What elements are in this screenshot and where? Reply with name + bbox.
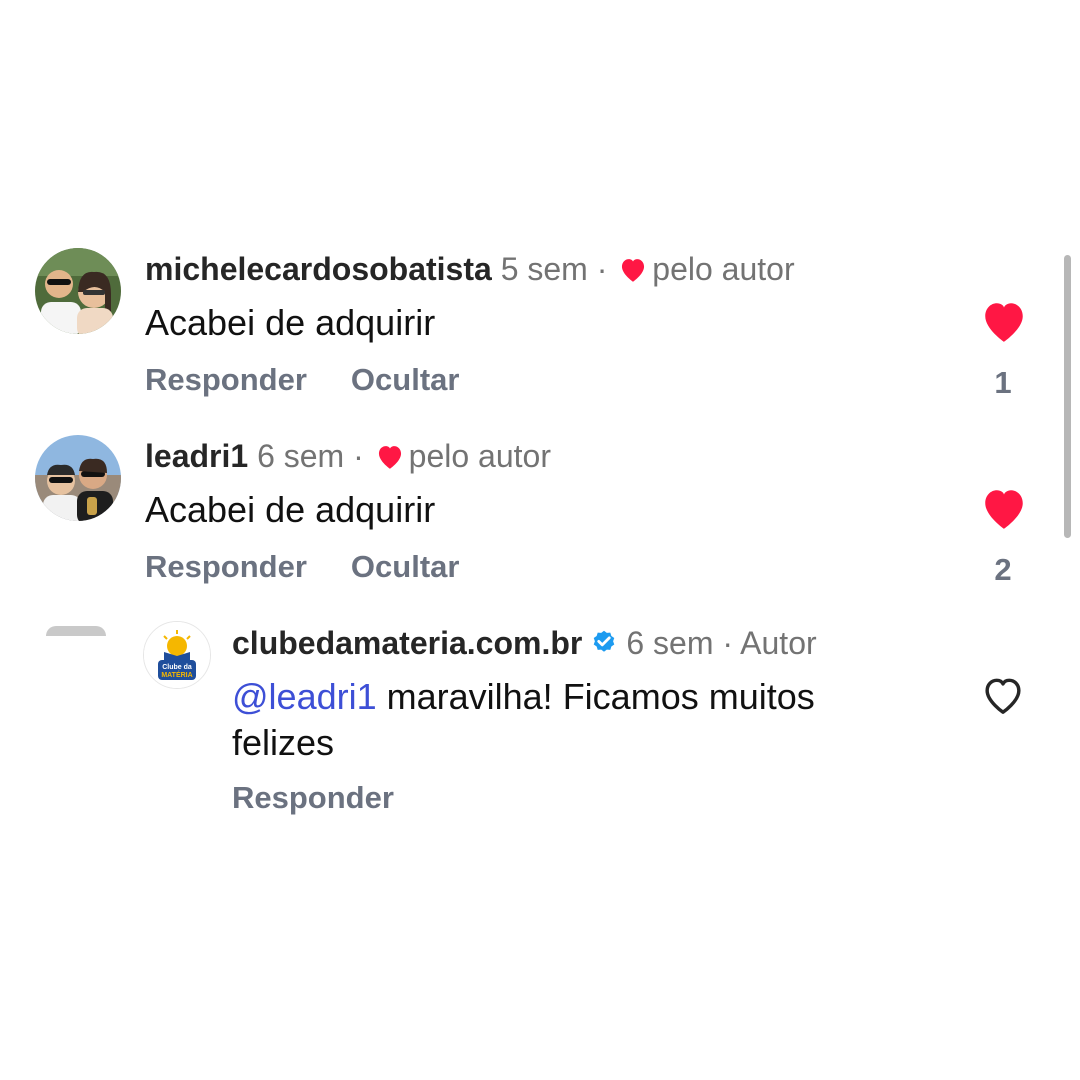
like-button[interactable]: [980, 674, 1030, 720]
hide-button[interactable]: Ocultar: [351, 362, 460, 397]
avatar-logo-text: Clube da: [162, 664, 192, 671]
comment-item: leadri1 6 sem · pelo autor Acabei de adq…: [0, 432, 1080, 612]
comment-item: michelecardosobatista 5 sem · pelo autor…: [0, 245, 1080, 425]
username[interactable]: leadri1: [145, 438, 248, 474]
comment-text: Acabei de adquirir: [145, 302, 436, 343]
next-comment-partial: [0, 626, 1080, 650]
reply-button[interactable]: Responder: [145, 362, 307, 397]
comment-actions: Responder Ocultar: [145, 360, 459, 400]
liked-by-author-label: pelo autor: [408, 438, 551, 474]
like-count: 1: [994, 365, 1012, 400]
like-button[interactable]: [979, 485, 1029, 531]
comment-text: Acabei de adquirir: [145, 489, 436, 530]
avatar[interactable]: [35, 248, 121, 334]
separator: ·: [596, 251, 608, 287]
avatar: [46, 626, 106, 636]
like-button[interactable]: [979, 298, 1029, 344]
comment-time: 6 sem: [257, 438, 345, 474]
reply-text-line2: felizes: [232, 722, 335, 763]
heart-icon: [618, 252, 648, 292]
comment-meta: leadri1 6 sem · pelo autor: [145, 436, 551, 479]
mention-link[interactable]: @leadri1: [232, 676, 377, 717]
avatar-logo-text: MATÉRIA: [161, 670, 192, 679]
heart-icon: [979, 490, 1029, 535]
hide-button[interactable]: Ocultar: [351, 549, 460, 584]
separator: ·: [353, 438, 364, 474]
comment-time: 5 sem: [500, 251, 588, 287]
liked-by-author-label: pelo autor: [652, 251, 795, 287]
reply-button[interactable]: Responder: [145, 549, 307, 584]
like-count: 2: [994, 552, 1012, 587]
username[interactable]: michelecardosobatista: [145, 251, 492, 287]
heart-outline-icon: [980, 678, 1026, 720]
comment-actions: Responder Ocultar: [145, 547, 459, 587]
comment-meta: michelecardosobatista 5 sem · pelo autor: [145, 249, 795, 292]
heart-icon: [375, 439, 405, 479]
reply-button[interactable]: Responder: [232, 780, 394, 815]
scrollbar[interactable]: [1064, 255, 1071, 538]
heart-icon: [979, 303, 1029, 348]
reply-actions: Responder: [232, 778, 394, 818]
avatar[interactable]: [35, 435, 121, 521]
reply-text: @leadri1 maravilha! Ficamos muitos feliz…: [232, 674, 892, 766]
reply-text-line1: maravilha! Ficamos muitos: [376, 676, 815, 717]
